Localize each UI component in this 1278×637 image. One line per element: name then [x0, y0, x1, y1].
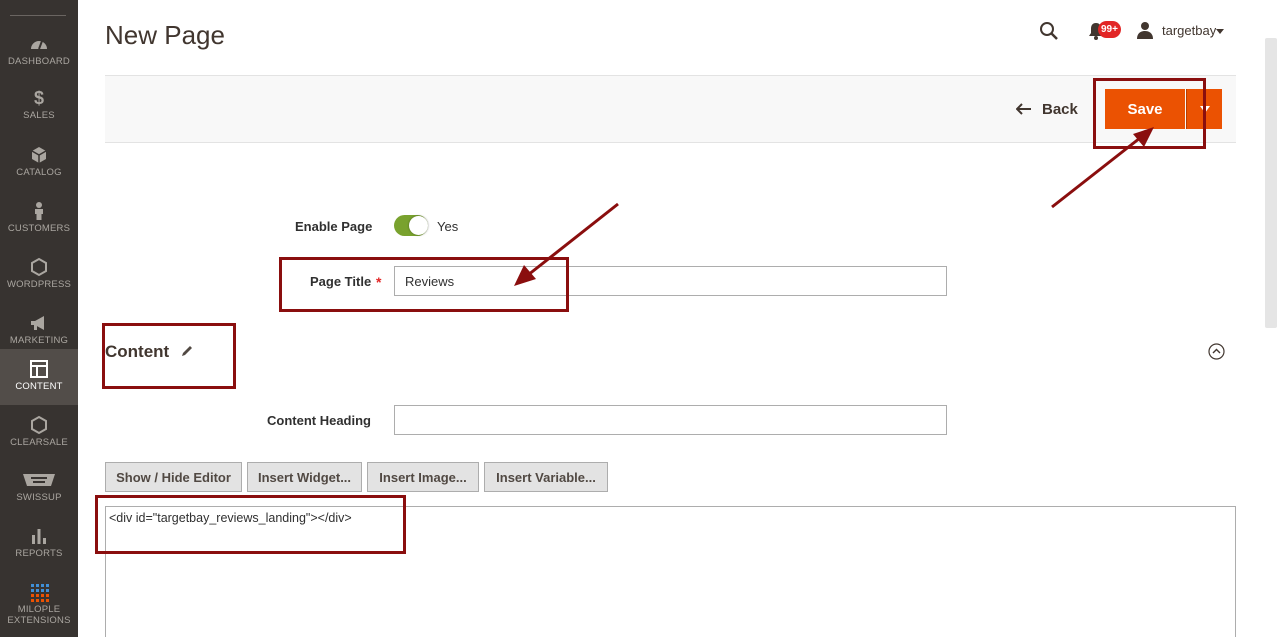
show-hide-editor-button[interactable]: Show / Hide Editor — [105, 462, 242, 492]
sidebar-item-label: CATALOG — [16, 167, 62, 178]
person-icon — [35, 202, 43, 220]
enable-page-toggle[interactable] — [394, 215, 428, 236]
hexagon-icon — [31, 257, 47, 277]
cube-icon — [31, 147, 47, 163]
enable-page-value: Yes — [437, 219, 459, 234]
page-scrollbar[interactable] — [1265, 38, 1277, 328]
save-options-toggle[interactable] — [1186, 89, 1222, 129]
chevron-down-icon[interactable] — [1216, 29, 1224, 34]
sidebar-item-catalog[interactable]: CATALOG — [0, 135, 78, 191]
caret-down-icon — [1200, 106, 1210, 113]
megaphone-icon — [31, 316, 44, 330]
user-icon[interactable] — [1136, 21, 1154, 39]
dollar-icon: $ — [33, 88, 44, 108]
sidebar-item-milople-extensions[interactable]: MILOPLE EXTENSIONS — [0, 572, 78, 637]
enable-page-label: Enable Page — [295, 219, 373, 234]
content-editor-textarea[interactable]: <div id="targetbay_reviews_landing"></di… — [105, 506, 1236, 637]
sidebar-item-label: CLEARSALE — [10, 437, 68, 448]
sidebar-item-label: SALES — [23, 110, 55, 121]
sidebar-item-customers[interactable]: CUSTOMERS — [0, 191, 78, 247]
sidebar-divider — [10, 15, 66, 16]
layout-icon — [30, 360, 48, 378]
insert-variable-button[interactable]: Insert Variable... — [484, 462, 608, 492]
bar-chart-icon — [32, 529, 46, 544]
back-button[interactable]: Back — [1016, 99, 1078, 119]
dashboard-icon — [31, 40, 47, 50]
page-root: DASHBOARD $ SALES CATALOG CUSTOMERS WORD… — [0, 0, 1278, 637]
sidebar-item-sales[interactable]: $ SALES — [0, 80, 78, 136]
content-section-title[interactable]: Content — [105, 342, 169, 362]
save-button[interactable]: Save — [1105, 89, 1185, 129]
sidebar-item-label: MILOPLE EXTENSIONS — [7, 604, 71, 626]
sidebar-item-label: DASHBOARD — [8, 56, 70, 67]
account-username[interactable]: targetbay — [1162, 23, 1216, 38]
sidebar-item-clearsale[interactable]: CLEARSALE — [0, 405, 78, 461]
hexagon-icon — [31, 415, 47, 435]
swissup-icon — [23, 474, 55, 486]
required-indicator: * — [376, 274, 382, 290]
insert-widget-button[interactable]: Insert Widget... — [247, 462, 362, 492]
back-button-label: Back — [1042, 100, 1078, 118]
grid-dots-icon — [31, 584, 49, 602]
sidebar-item-label: MARKETING — [9, 335, 69, 346]
notification-badge[interactable]: 99+ — [1098, 21, 1121, 38]
insert-image-button[interactable]: Insert Image... — [367, 462, 479, 492]
search-icon[interactable] — [1039, 21, 1059, 41]
admin-sidebar: DASHBOARD $ SALES CATALOG CUSTOMERS WORD… — [0, 0, 78, 637]
content-heading-label: Content Heading — [267, 413, 371, 428]
content-heading-input[interactable] — [394, 405, 947, 435]
sidebar-item-label: REPORTS — [15, 548, 63, 559]
page-title-label: Page Title — [310, 274, 372, 289]
sidebar-item-wordpress[interactable]: WORDPRESS — [0, 247, 78, 303]
sidebar-item-label: CUSTOMERS — [7, 223, 71, 234]
sidebar-item-label: WORDPRESS — [6, 279, 72, 290]
sidebar-item-dashboard[interactable]: DASHBOARD — [0, 24, 78, 80]
page-title: New Page — [105, 20, 225, 50]
pencil-icon[interactable] — [181, 344, 194, 357]
collapse-icon[interactable] — [1208, 343, 1225, 360]
sidebar-item-swissup[interactable]: SWISSUP — [0, 460, 78, 516]
sidebar-item-label: SWISSUP — [16, 492, 62, 503]
page-title-input[interactable] — [394, 266, 947, 296]
sidebar-item-reports[interactable]: REPORTS — [0, 516, 78, 572]
toggle-knob — [409, 216, 428, 235]
sidebar-item-content[interactable]: CONTENT — [0, 349, 78, 405]
sidebar-item-label: CONTENT — [15, 381, 63, 392]
arrow-left-icon — [1016, 103, 1031, 115]
